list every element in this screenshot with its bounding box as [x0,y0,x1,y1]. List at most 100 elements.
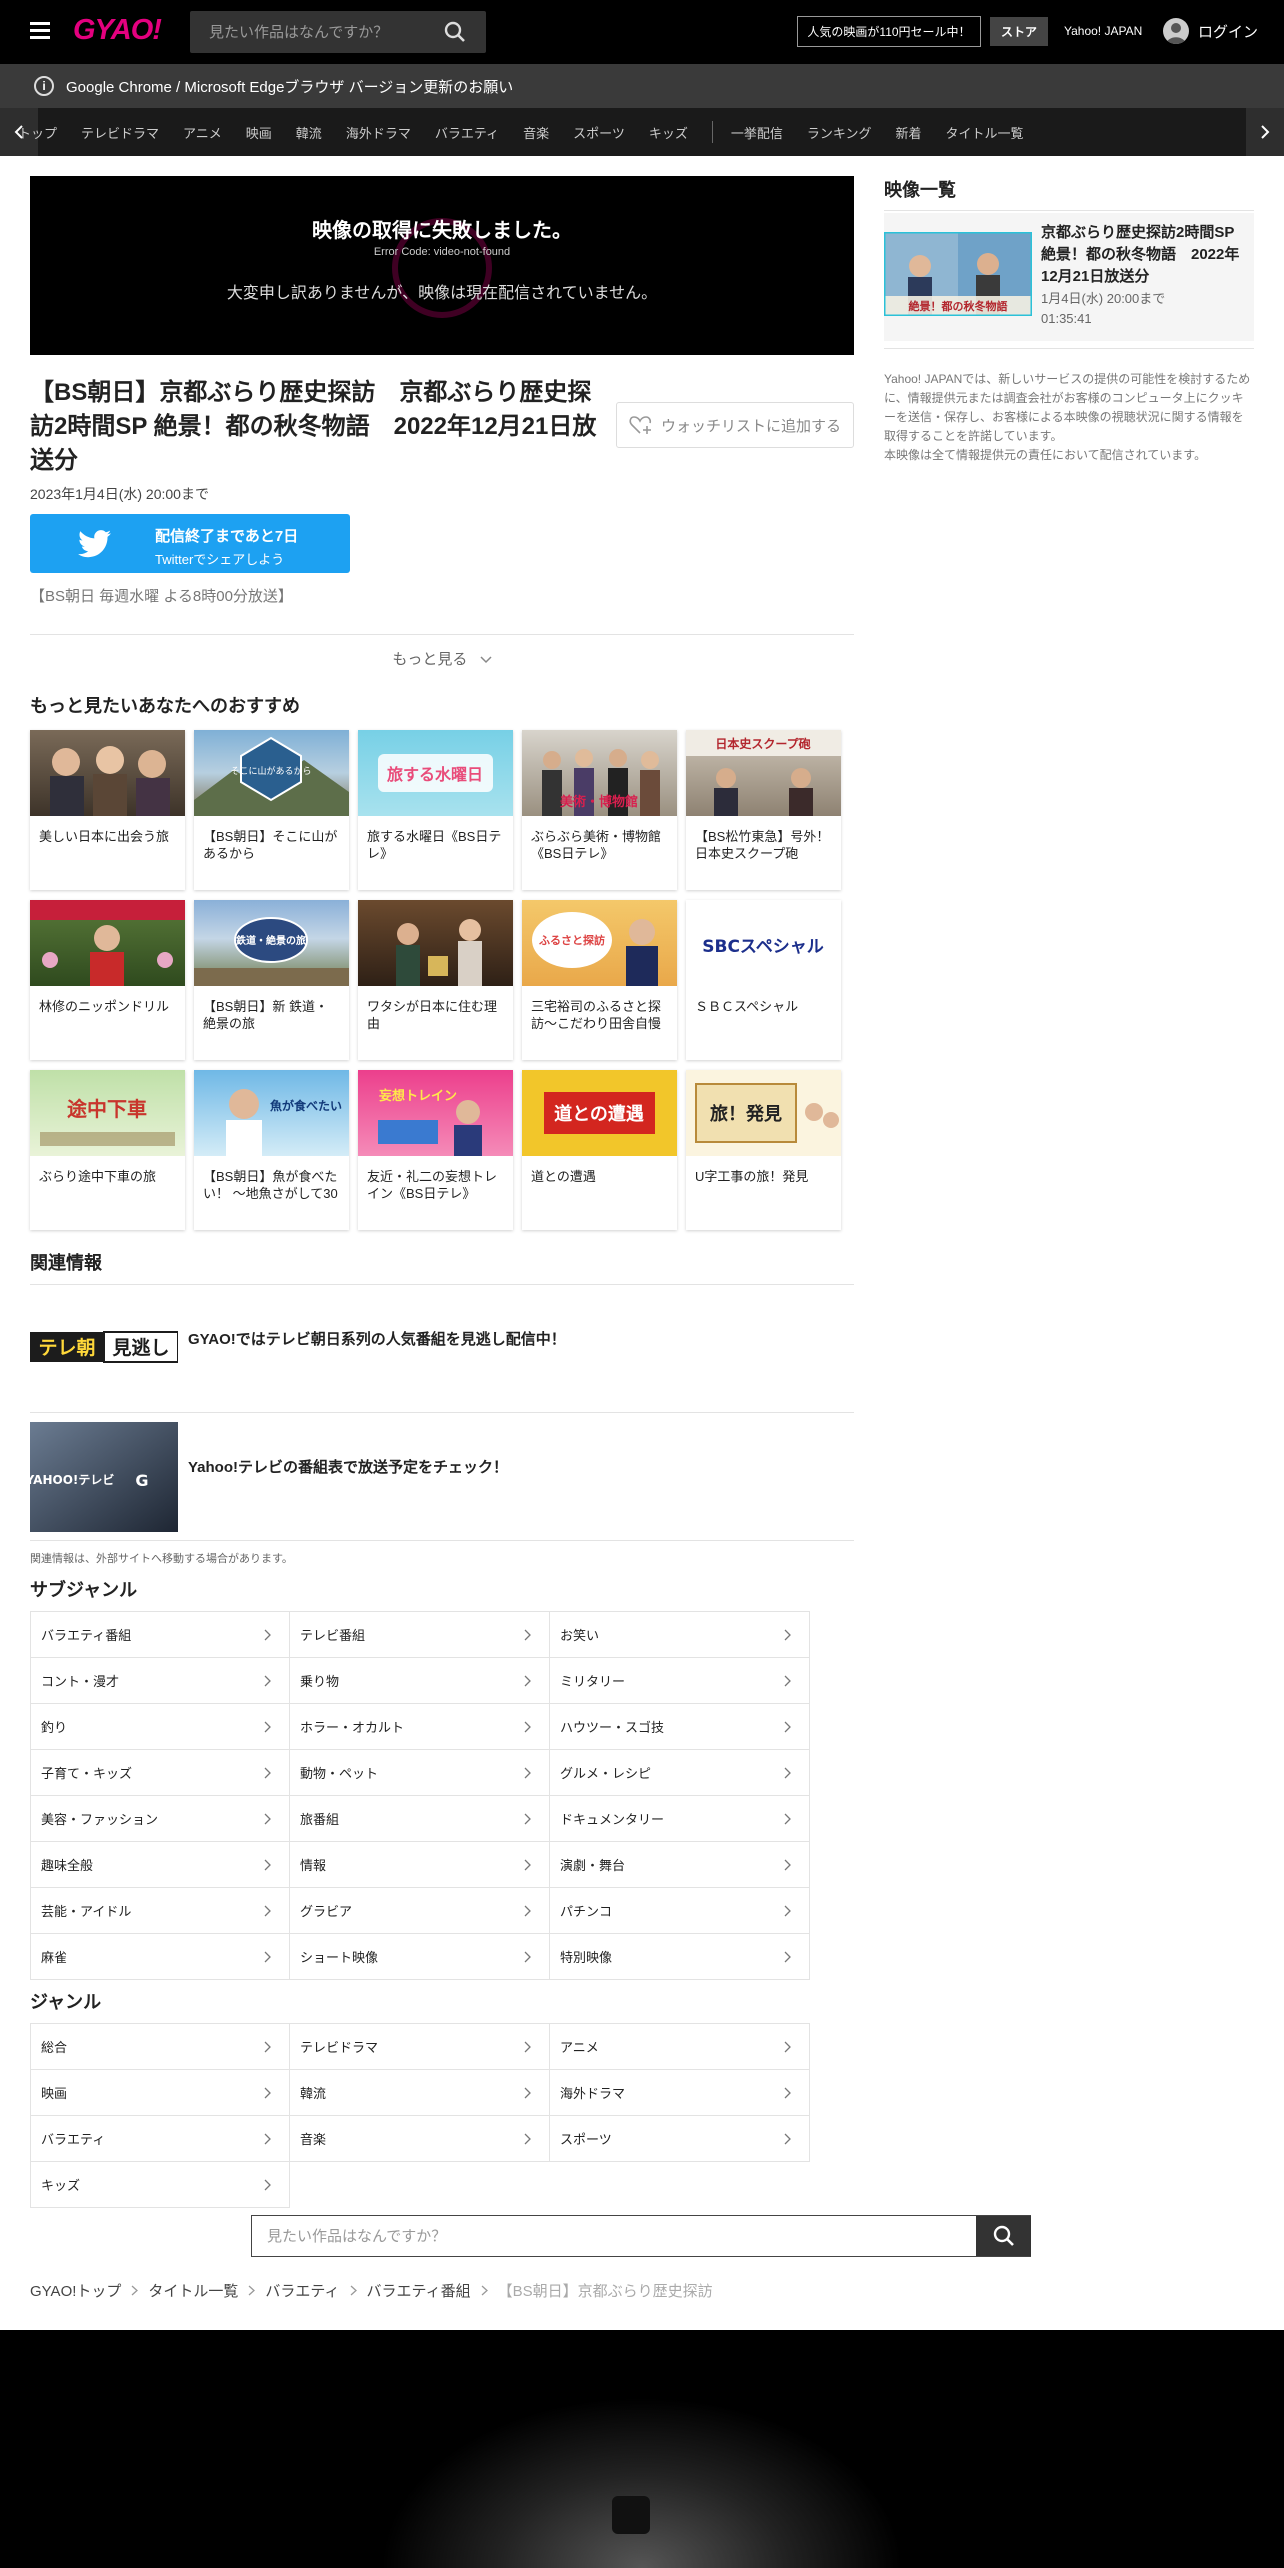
recommend-title: 【BS朝日】魚が食べたい！ ～地魚さがして30 [203,1169,338,1201]
add-watchlist-button[interactable]: ウォッチリストに追加する [616,402,854,448]
breadcrumb-item[interactable]: バラエティ番組 [367,2280,471,2301]
subgenre-item[interactable]: 麻雀 [30,1934,290,1980]
related-item[interactable]: YAHOO!テレビ G Yahoo!テレビの番組表で放送予定をチェック！ [30,1413,854,1541]
genre-item[interactable]: スポーツ [550,2116,810,2162]
subgenre-item[interactable]: ホラー・オカルト [290,1704,550,1750]
chevron-right-icon [1261,125,1270,139]
chevron-right-icon [264,2179,271,2191]
twitter-share-button[interactable]: 配信終了まであと7日 Twitterでシェアしよう [30,514,350,573]
subgenre-item[interactable]: 特別映像 [550,1934,810,1980]
genre-item[interactable]: キッズ [30,2162,290,2208]
header-search-input[interactable] [190,11,440,53]
search-icon[interactable] [444,21,466,43]
browser-update-banner[interactable]: i Google Chrome / Microsoft Edgeブラウザ バージ… [0,64,1284,108]
nav-item-sports[interactable]: スポーツ [573,123,625,142]
thumb-text: SBCスペシャル [702,937,824,957]
genre-item[interactable]: バラエティ [30,2116,290,2162]
genre-label: 韓流 [300,2086,327,2101]
video-player[interactable]: 映像の取得に失敗しました。 Error Code: video-not-foun… [30,176,854,355]
subgenre-item[interactable]: ドキュメンタリー [550,1796,810,1842]
search-button[interactable] [976,2216,1031,2256]
genre-item[interactable]: 海外ドラマ [550,2070,810,2116]
subgenre-item[interactable]: 美容・ファッション [30,1796,290,1842]
subgenre-item[interactable]: 演劇・舞台 [550,1842,810,1888]
more-button[interactable]: もっと見る [30,648,854,669]
recommend-card[interactable]: ワタシが日本に住む理由 [358,900,513,1060]
nav-item-kids[interactable]: キッズ [649,123,688,142]
recommend-card[interactable]: 美しい日本に出会う旅 [30,730,185,890]
subgenre-item[interactable]: 動物・ペット [290,1750,550,1796]
genre-item[interactable]: テレビドラマ [290,2024,550,2070]
store-button[interactable]: ストア [990,17,1048,46]
nav-item-korean[interactable]: 韓流 [296,123,322,142]
subgenre-item[interactable]: グラビア [290,1888,550,1934]
nav-item-top[interactable]: トップ [18,123,57,142]
recommend-card[interactable]: 鉄道・絶景の旅 【BS朝日】新 鉄道・絶景の旅 [194,900,349,1060]
nav-item-music[interactable]: 音楽 [523,123,549,142]
yahoo-japan-link[interactable]: Yahoo! JAPAN [1064,24,1142,38]
login-button[interactable]: ログイン [1163,18,1258,44]
subgenre-item[interactable]: ハウツー・スゴ技 [550,1704,810,1750]
subgenre-label: テレビ番組 [300,1628,366,1643]
login-label: ログイン [1198,23,1259,41]
subgenre-item[interactable]: コント・漫才 [30,1658,290,1704]
recommend-card[interactable]: 林修のニッポンドリル [30,900,185,1060]
sale-link[interactable]: 人気の映画が110円セール中！ [797,16,981,47]
nav-item-overseas[interactable]: 海外ドラマ [346,123,411,142]
nav-item-ranking[interactable]: ランキング [807,123,872,142]
recommend-card[interactable]: 旅！発見 U字工事の旅！発見 [686,1070,841,1230]
recommend-card[interactable]: 美術・博物館 ぶらぶら美術・博物館《BS日テレ》 [522,730,677,890]
nav-item-drama[interactable]: テレビドラマ [81,123,159,142]
recommend-card[interactable]: SBCスペシャル ＳＢＣスペシャル [686,900,841,1060]
genre-item[interactable]: 総合 [30,2024,290,2070]
subgenre-item[interactable]: 趣味全般 [30,1842,290,1888]
nav-item-movie[interactable]: 映画 [246,123,272,142]
breadcrumb-item[interactable]: GYAO!トップ [30,2280,121,2301]
subgenre-item[interactable]: 釣り [30,1704,290,1750]
related-item[interactable]: テレ朝 見逃し GYAO!ではテレビ朝日系列の人気番組を見逃し配信中！ [30,1285,854,1413]
thumb-text: 絶景！都の秋冬物語 [909,299,1008,313]
genre-item[interactable]: 音楽 [290,2116,550,2162]
genre-item[interactable]: アニメ [550,2024,810,2070]
nav-next-button[interactable] [1246,108,1284,156]
subgenre-item[interactable]: バラエティ番組 [30,1612,290,1658]
recommend-card[interactable]: ふるさと探訪 三宅裕司のふるさと探訪～こだわり田舎自慢 [522,900,677,1060]
bottom-search-input[interactable] [252,2216,976,2256]
subgenre-item[interactable]: ショート映像 [290,1934,550,1980]
subgenre-item[interactable]: 芸能・アイドル [30,1888,290,1934]
nav-item-binge[interactable]: 一挙配信 [731,123,783,142]
recommend-card[interactable]: 旅する水曜日 旅する水曜日《BS日テレ》 [358,730,513,890]
breadcrumb-item[interactable]: タイトル一覧 [148,2280,238,2301]
nav-item-variety[interactable]: バラエティ [435,123,499,142]
nav-item-titles[interactable]: タイトル一覧 [946,123,1024,142]
genre-label: テレビドラマ [300,2040,379,2055]
subgenre-item[interactable]: 子育て・キッズ [30,1750,290,1796]
recommend-card[interactable]: そこに山があるから 【BS朝日】そこに山があるから [194,730,349,890]
subgenre-item[interactable]: 乗り物 [290,1658,550,1704]
subgenre-item[interactable]: テレビ番組 [290,1612,550,1658]
subgenre-item[interactable]: パチンコ [550,1888,810,1934]
recommend-card[interactable]: 魚が食べたい 【BS朝日】魚が食べたい！ ～地魚さがして30 [194,1070,349,1230]
recommend-card[interactable]: 途中下車 ぶらり途中下車の旅 [30,1070,185,1230]
nav-item-anime[interactable]: アニメ [183,123,222,142]
video-list-item[interactable]: 絶景！都の秋冬物語 京都ぶらり歴史探訪2時間SP 絶景！都の秋冬物語 2022年… [884,213,1254,341]
recommend-card[interactable]: 妄想トレイン 友近・礼二の妄想トレイン《BS日テレ》 [358,1070,513,1230]
logo-text: 見逃し [112,1336,169,1359]
genre-item[interactable]: 韓流 [290,2070,550,2116]
recommend-card[interactable]: 日本史スクープ砲 【BS松竹東急】号外！日本史スクープ砲 [686,730,841,890]
subgenre-item[interactable]: グルメ・レシピ [550,1750,810,1796]
gyao-logo[interactable]: GYAO! [73,14,162,47]
subgenre-item[interactable]: 旅番組 [290,1796,550,1842]
recommend-title: U字工事の旅！発見 [695,1169,809,1184]
thumbnail: 美術・博物館 [522,730,677,816]
genre-item[interactable]: 映画 [30,2070,290,2116]
breadcrumb-item[interactable]: バラエティ [265,2280,339,2301]
page-top-button[interactable] [612,2496,650,2534]
subgenre-item[interactable]: ミリタリー [550,1658,810,1704]
nav-item-new[interactable]: 新着 [895,123,921,142]
recommend-card[interactable]: 道との遭遇 道との遭遇 [522,1070,677,1230]
chevron-right-icon [784,1905,791,1917]
subgenre-item[interactable]: 情報 [290,1842,550,1888]
subgenre-item[interactable]: お笑い [550,1612,810,1658]
menu-icon[interactable] [30,22,50,40]
